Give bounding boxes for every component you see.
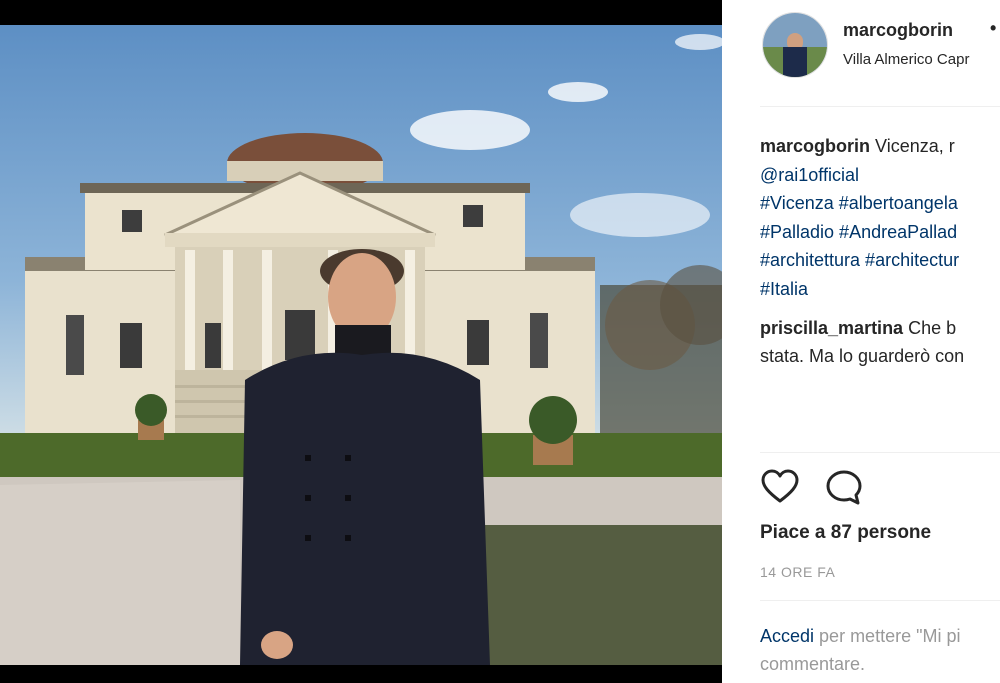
villa-photo-illustration: [0, 34, 722, 665]
comment-icon[interactable]: [824, 468, 864, 508]
post-sidebar: marcogborin • Villa Almerico Capr marcog…: [722, 0, 1000, 683]
avatar[interactable]: [762, 12, 828, 78]
comment-username[interactable]: priscilla_martina: [760, 318, 903, 338]
header-separator: •: [990, 18, 997, 38]
post-caption: marcogborin Vicenza, r @rai1official #Vi…: [760, 132, 1000, 303]
caption-hashtags[interactable]: #Vicenza #albertoangela: [760, 189, 1000, 218]
heart-icon[interactable]: [760, 468, 800, 508]
avatar-image: [763, 13, 827, 77]
caption-hashtags[interactable]: #architettura #architectur: [760, 246, 1000, 275]
login-prompt-text-line1: per mettere "Mi pi: [819, 626, 961, 646]
post-location[interactable]: Villa Almerico Capr: [843, 51, 969, 68]
footer-divider: [760, 600, 1000, 601]
header-divider: [760, 106, 1000, 107]
post-author-username[interactable]: marcogborin: [843, 20, 953, 41]
comment-text-line1: Che b: [908, 318, 957, 338]
caption-hashtags[interactable]: #Palladio #AndreaPallad: [760, 218, 1000, 247]
post-photo[interactable]: [0, 25, 722, 665]
login-link[interactable]: Accedi: [760, 626, 814, 646]
comment-text-line2: stata. Ma lo guarderò con: [760, 346, 965, 366]
caption-hashtags[interactable]: #Italia: [760, 275, 1000, 304]
post-timestamp[interactable]: 14 ORE FA: [760, 564, 835, 580]
comment-item: priscilla_martina Che b stata. Ma lo gua…: [760, 314, 964, 370]
login-prompt-text-line2: commentare.: [760, 654, 866, 674]
login-prompt: Accedi per mettere "Mi pi commentare.: [760, 622, 960, 678]
caption-mention[interactable]: @rai1official: [760, 161, 1000, 190]
comments-divider: [760, 452, 1000, 453]
caption-username[interactable]: marcogborin: [760, 136, 870, 156]
like-count[interactable]: Piace a 87 persone: [760, 522, 931, 544]
caption-text: Vicenza, r: [875, 136, 955, 156]
